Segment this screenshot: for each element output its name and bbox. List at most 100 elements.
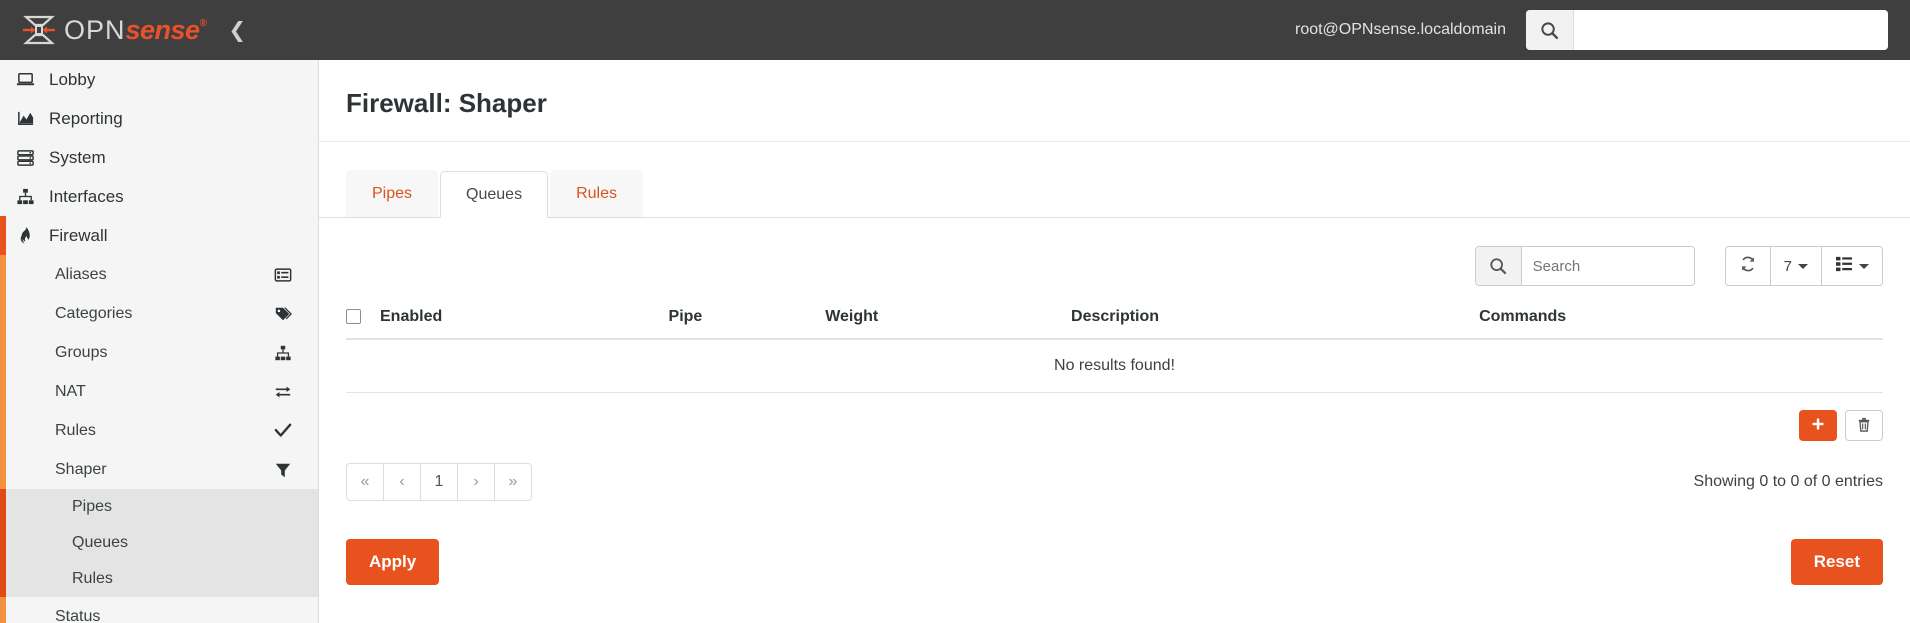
sidebar-subitem-label: Rules bbox=[55, 421, 96, 439]
sidebar-item-reporting[interactable]: Reporting bbox=[0, 99, 318, 138]
top-bar: OPN sense ® ❮ root@OPNsense.localdomain bbox=[0, 0, 1910, 60]
search-icon[interactable] bbox=[1526, 10, 1574, 50]
row-actions bbox=[346, 393, 1883, 442]
table-toolbar: 7 bbox=[346, 218, 1883, 300]
sidebar-item-firewall[interactable]: Firewall bbox=[0, 216, 318, 255]
page-size-value: 7 bbox=[1783, 257, 1792, 275]
pagination-first[interactable]: « bbox=[346, 463, 384, 502]
refresh-button[interactable] bbox=[1724, 246, 1771, 287]
table-search[interactable] bbox=[1474, 246, 1695, 287]
sidebar-item-lobby[interactable]: Lobby bbox=[0, 60, 318, 99]
content-wrapper: Pipes Queues Rules Search 7 Enabled Pipe… bbox=[319, 142, 1910, 615]
sidebar-item-groups[interactable]: Groups bbox=[0, 333, 318, 372]
header-right: root@OPNsense.localdomain bbox=[1295, 10, 1910, 50]
sidebar-subitem-label: Categories bbox=[55, 304, 133, 322]
sidebar-item-label: Reporting bbox=[49, 108, 123, 128]
sidebar-item-shaper-queues[interactable]: Queues bbox=[0, 525, 318, 561]
pagination-next[interactable]: › bbox=[457, 463, 495, 502]
tab-queues[interactable]: Queues bbox=[440, 171, 549, 219]
sidebar-item-system[interactable]: System bbox=[0, 138, 318, 177]
sidebar-item-status[interactable]: Status bbox=[0, 597, 318, 623]
sidebar-item-label: Lobby bbox=[49, 69, 96, 89]
tab-pipes[interactable]: Pipes bbox=[346, 170, 439, 218]
check-icon bbox=[274, 422, 292, 440]
sidebar-subsubitem-label: Pipes bbox=[72, 498, 113, 515]
select-all-checkbox[interactable] bbox=[346, 309, 361, 325]
trash-icon bbox=[1857, 417, 1871, 435]
sidebar-item-shaper-pipes[interactable]: Pipes bbox=[0, 489, 318, 525]
laptop-icon bbox=[10, 70, 40, 89]
brand-sense: sense bbox=[125, 14, 201, 45]
exchange-icon bbox=[274, 383, 292, 401]
sidebar-item-interfaces[interactable]: Interfaces bbox=[0, 177, 318, 216]
table-head: Enabled Pipe Weight Description Commands bbox=[346, 300, 1883, 341]
columns-list-icon bbox=[1835, 256, 1853, 276]
add-queue-button[interactable] bbox=[1799, 410, 1837, 442]
table-footer: « ‹ 1 › » Showing 0 to 0 of 0 entries bbox=[346, 441, 1883, 502]
sitemap-icon bbox=[274, 344, 292, 362]
sidebar-item-nat[interactable]: NAT bbox=[0, 372, 318, 411]
sidebar-subitem-label: NAT bbox=[55, 382, 86, 400]
fire-icon bbox=[10, 226, 40, 245]
table-body: No results found! bbox=[346, 339, 1883, 394]
column-header-description[interactable]: Description bbox=[1071, 300, 1480, 341]
apply-button[interactable]: Apply bbox=[346, 539, 440, 586]
current-user-label: root@OPNsense.localdomain bbox=[1294, 21, 1506, 38]
delete-selected-button[interactable] bbox=[1845, 410, 1883, 442]
tab-bar: Pipes Queues Rules bbox=[319, 142, 1910, 219]
pagination-prev[interactable]: ‹ bbox=[383, 463, 421, 502]
sidebar: Lobby Reporting System Interfaces Firewa… bbox=[0, 60, 319, 623]
sidebar-item-categories[interactable]: Categories bbox=[0, 294, 318, 333]
column-header-pipe[interactable]: Pipe bbox=[668, 300, 826, 341]
pagination-page-1[interactable]: 1 bbox=[420, 463, 458, 502]
pagination-last[interactable]: » bbox=[494, 463, 532, 502]
sidebar-item-label: System bbox=[49, 147, 106, 167]
sitemap-icon bbox=[10, 187, 40, 206]
sidebar-item-label: Firewall bbox=[49, 225, 108, 245]
column-header-weight[interactable]: Weight bbox=[825, 300, 1072, 341]
no-results-message: No results found! bbox=[346, 339, 1883, 394]
plus-icon bbox=[1811, 417, 1825, 434]
main-content: Firewall: Shaper Pipes Queues Rules Sear… bbox=[319, 60, 1910, 623]
sidebar-subitem-label: Aliases bbox=[55, 265, 107, 283]
area-chart-icon bbox=[10, 109, 40, 128]
sidebar-item-shaper[interactable]: Shaper bbox=[0, 450, 318, 489]
search-icon[interactable] bbox=[1475, 247, 1522, 286]
shaper-submenu: Pipes Queues Rules bbox=[0, 489, 318, 597]
header-search-input[interactable] bbox=[1574, 10, 1888, 50]
table-search-input[interactable] bbox=[1521, 247, 1694, 286]
chevron-down-icon bbox=[1859, 263, 1869, 269]
tags-icon bbox=[274, 305, 292, 323]
queues-table: Enabled Pipe Weight Description Commands… bbox=[346, 300, 1883, 394]
brand-wordmark: OPN sense ® bbox=[64, 14, 207, 45]
brand-opn: OPN bbox=[64, 14, 126, 45]
brand-logo[interactable]: OPN sense ® ❮ bbox=[0, 0, 319, 60]
server-icon bbox=[10, 148, 40, 167]
tab-rules[interactable]: Rules bbox=[550, 170, 643, 218]
page-size-dropdown[interactable]: 7 bbox=[1769, 246, 1822, 287]
chevron-down-icon bbox=[1798, 263, 1808, 269]
sidebar-subitem-label: Shaper bbox=[55, 460, 107, 478]
column-header-enabled[interactable]: Enabled bbox=[380, 300, 669, 341]
brand-registered: ® bbox=[199, 17, 207, 29]
column-header-commands[interactable]: Commands bbox=[1479, 300, 1883, 341]
header-search[interactable] bbox=[1526, 10, 1888, 50]
sidebar-item-aliases[interactable]: Aliases bbox=[0, 255, 318, 294]
sidebar-item-shaper-rules[interactable]: Rules bbox=[0, 561, 318, 597]
showing-entries-label: Showing 0 to 0 of 0 entries bbox=[1693, 473, 1883, 491]
select-all-header bbox=[346, 300, 380, 341]
refresh-icon bbox=[1739, 255, 1757, 277]
sidebar-subitem-label: Groups bbox=[55, 343, 108, 361]
column-selector-dropdown[interactable] bbox=[1821, 246, 1883, 287]
sidebar-item-label: Interfaces bbox=[49, 186, 124, 206]
sidebar-item-rules[interactable]: Rules bbox=[0, 411, 318, 450]
list-alt-icon bbox=[274, 266, 292, 284]
reset-button[interactable]: Reset bbox=[1790, 539, 1883, 586]
chevron-left-icon[interactable]: ❮ bbox=[228, 20, 246, 41]
opnsense-logo-icon bbox=[22, 15, 56, 45]
table-header-row: Enabled Pipe Weight Description Commands bbox=[346, 300, 1883, 341]
table-controls: 7 bbox=[1724, 246, 1883, 287]
sidebar-subitem-label: Status bbox=[55, 607, 101, 623]
sidebar-subsubitem-label: Queues bbox=[72, 534, 129, 551]
firewall-submenu: Aliases Categories Groups NAT Rules Shap… bbox=[0, 255, 318, 623]
